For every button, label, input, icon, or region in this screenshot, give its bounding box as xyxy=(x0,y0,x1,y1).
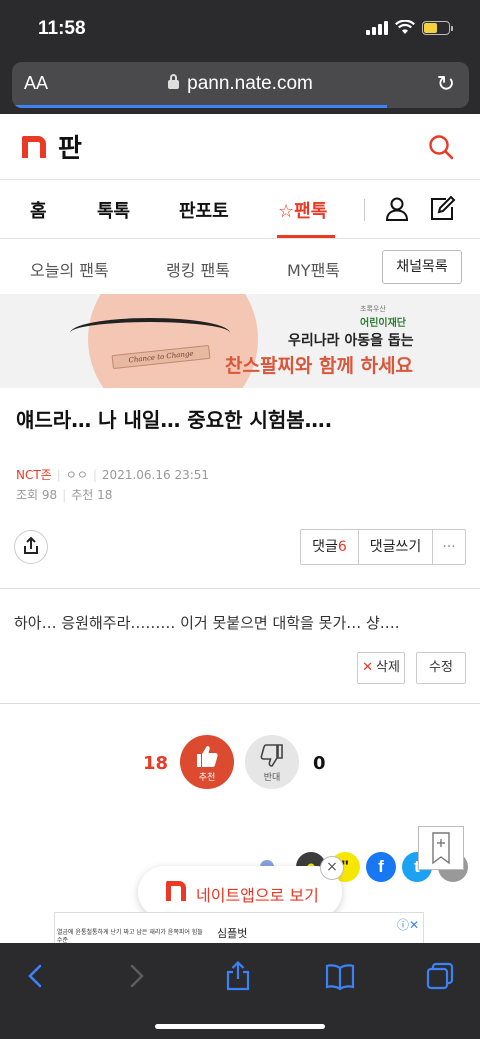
bracelet-image xyxy=(70,318,230,348)
wifi-icon xyxy=(395,20,415,34)
ad-choices-icon[interactable]: ⓘ✕ xyxy=(397,916,419,933)
vote-area: 18 추천 반대 0 xyxy=(0,735,480,795)
search-icon[interactable] xyxy=(428,134,454,160)
upvote-button[interactable]: 추천 xyxy=(180,735,234,789)
reload-icon[interactable]: ↻ xyxy=(437,72,455,97)
facebook-share-icon[interactable]: f xyxy=(366,852,396,882)
lock-icon xyxy=(168,74,180,89)
battery-icon xyxy=(422,20,453,35)
delete-label: 삭제 xyxy=(375,660,400,675)
comments-label: 댓글 xyxy=(312,539,338,555)
status-bar: 11:58 xyxy=(0,0,480,58)
content-divider-top xyxy=(0,588,480,589)
channel-list-button[interactable]: 채널목록 xyxy=(382,250,462,284)
share-button[interactable] xyxy=(14,530,48,564)
url-display[interactable]: pann.nate.com xyxy=(12,73,469,95)
delete-button[interactable]: ✕ 삭제 xyxy=(357,652,405,684)
nav-divider xyxy=(364,199,365,221)
site-header: 판 xyxy=(0,114,480,180)
content-divider-bottom xyxy=(0,703,480,704)
bookmarks-icon[interactable] xyxy=(324,961,356,991)
scrap-bookmark-button[interactable] xyxy=(418,826,464,870)
post-action-group: 댓글6 댓글쓰기 ··· xyxy=(300,529,466,565)
bookmark-icon xyxy=(432,832,450,865)
upvote-count: 18 xyxy=(143,753,169,774)
nav-panphoto[interactable]: 판포토 xyxy=(179,197,229,223)
nate-app-logo-icon xyxy=(166,881,186,901)
site-logo-text[interactable]: 판 xyxy=(58,128,82,165)
views-label: 조회 xyxy=(16,488,39,502)
nav-active-indicator xyxy=(277,235,335,238)
edit-button[interactable]: 수정 xyxy=(416,652,466,684)
subnav-today-fantalk[interactable]: 오늘의 팬톡 xyxy=(30,257,109,281)
sub-nav: 오늘의 팬톡 랭킹 팬톡 MY팬톡 채널목록 xyxy=(0,240,480,294)
write-comment-button[interactable]: 댓글쓰기 xyxy=(359,530,433,564)
ad-organization: 초록우산어린이재단 xyxy=(360,304,406,329)
post-title: 얘드라… 나 내일… 중요한 시험봄…. xyxy=(16,408,333,432)
address-bar[interactable]: AA pann.nate.com ↻ xyxy=(12,62,469,108)
open-in-app-banner[interactable]: 네이트앱으로 보기 × xyxy=(138,856,344,918)
browser-url-area: AA pann.nate.com ↻ xyxy=(0,58,480,114)
thumbs-up-icon xyxy=(197,746,218,767)
page-load-progress xyxy=(12,105,387,108)
back-arrow-icon[interactable] xyxy=(20,961,52,991)
bottom-ad-title: 심플벗 xyxy=(217,927,248,940)
downvote-label: 반대 xyxy=(263,773,281,783)
forward-arrow-icon[interactable] xyxy=(120,961,152,991)
subnav-my-fantalk[interactable]: MY팬톡 xyxy=(287,257,340,281)
nav-home[interactable]: 홈 xyxy=(30,197,47,223)
post-author: ㅇㅇ xyxy=(65,468,88,482)
thumbs-down-icon xyxy=(260,744,283,767)
post-category[interactable]: NCT존 xyxy=(16,468,52,482)
browser-toolbar xyxy=(0,943,480,1039)
post-body: 하아… 응원해주라……… 이거 못붙으면 대학을 못가… 샹…. xyxy=(14,614,400,632)
post-stats: 조회 98 | 추천 18 xyxy=(16,488,113,502)
bottom-ad-frame: 열금에 윤통철통하게 난기 짜고 남은 재리가 윤쪽피어 힘들수준 심플벗 ⓘ✕ xyxy=(54,912,424,944)
subnav-ranking-fantalk[interactable]: 랭킹 팬톡 xyxy=(166,257,230,281)
write-post-icon[interactable] xyxy=(428,195,456,223)
url-text: pann.nate.com xyxy=(187,73,313,94)
open-in-app-text: 네이트앱으로 보기 xyxy=(196,886,319,905)
share-icon[interactable] xyxy=(222,961,254,991)
ad-headline-2: 찬스팔찌와 함께 하세요 xyxy=(225,355,414,377)
user-icon[interactable] xyxy=(383,195,411,223)
comments-count: 6 xyxy=(337,539,347,555)
status-time: 11:58 xyxy=(38,18,86,39)
recommend-label: 추천 xyxy=(71,488,94,502)
views-count: 98 xyxy=(41,488,58,502)
downvote-button[interactable]: 반대 xyxy=(245,735,299,789)
tabs-icon[interactable] xyxy=(424,961,456,991)
delete-x-icon: ✕ xyxy=(362,660,373,675)
main-nav: 홈 톡톡 판포토 ☆팬톡 xyxy=(0,181,480,239)
nate-logo-icon[interactable] xyxy=(22,136,46,158)
ad-headline-1: 우리나라 아동을 돕는 xyxy=(288,333,414,349)
nav-toktok[interactable]: 톡톡 xyxy=(97,197,130,223)
downvote-count: 0 xyxy=(313,753,326,774)
bottom-ad[interactable]: 열금에 윤통철통하게 난기 짜고 남은 재리가 윤쪽피어 힘들수준 심플벗 ⓘ✕ xyxy=(0,912,480,944)
ad-org-name: 어린이재단 xyxy=(360,318,406,329)
nav-fantalk[interactable]: ☆팬톡 xyxy=(278,197,327,223)
more-options-button[interactable]: ··· xyxy=(433,530,465,564)
status-icons xyxy=(366,20,453,35)
upvote-label: 추천 xyxy=(198,773,216,783)
post-meta: NCT존 | ㅇㅇ | 2021.06.16 23:51 xyxy=(16,468,210,482)
home-indicator xyxy=(155,1024,325,1029)
recommend-count: 18 xyxy=(97,488,113,502)
share-icon xyxy=(24,536,38,554)
cellular-signal-icon xyxy=(366,20,388,35)
ad-org-small: 초록우산 xyxy=(360,305,386,313)
close-icon[interactable]: × xyxy=(320,856,344,880)
comments-button[interactable]: 댓글6 xyxy=(301,530,359,564)
post-date: 2021.06.16 23:51 xyxy=(101,468,210,482)
